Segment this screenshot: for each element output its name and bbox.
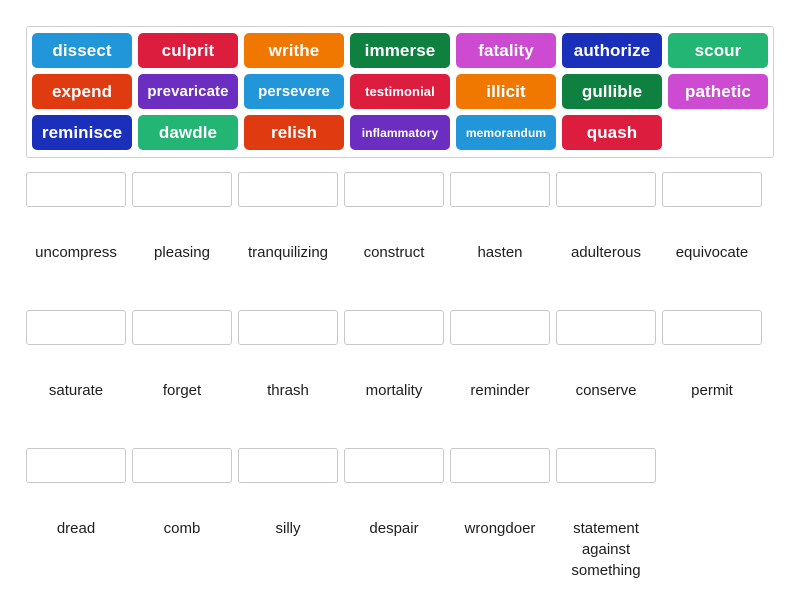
answer-cell: equivocate [662,172,762,263]
definition-label: tranquilizing [247,244,329,261]
word-tile-illicit[interactable]: illicit [456,74,556,109]
dropzone[interactable] [238,310,338,345]
dropzone[interactable] [26,172,126,207]
word-tile-dawdle[interactable]: dawdle [138,115,238,150]
definition-label: reminder [470,382,530,399]
definition-label: statement against something [571,520,641,579]
dropzone[interactable] [132,310,232,345]
word-tile-expend[interactable]: expend [32,74,132,109]
tile-bank-row-2: expend prevaricate persevere testimonial… [32,74,768,109]
definition-label: permit [691,382,733,399]
answer-cell: adulterous [556,172,656,263]
answer-row-2: saturate forget thrash mortality reminde… [26,310,774,401]
word-tile-relish[interactable]: relish [244,115,344,150]
answer-cell: permit [662,310,762,401]
dropzone[interactable] [450,172,550,207]
dropzone[interactable] [26,448,126,483]
definition-label: uncompress [35,244,117,261]
definition-label: adulterous [570,244,642,261]
word-tile-culprit[interactable]: culprit [138,33,238,68]
dropzone[interactable] [556,448,656,483]
answer-cell: statement against something [556,448,656,581]
answer-cell: uncompress [26,172,126,263]
definition-label: silly [275,520,301,537]
answer-cell: wrongdoer [450,448,550,581]
word-tile-inflammatory[interactable]: inflammatory [350,115,450,150]
dropzone[interactable] [344,172,444,207]
answer-cell: mortality [344,310,444,401]
word-tile-writhe[interactable]: writhe [244,33,344,68]
word-tile-quash[interactable]: quash [562,115,662,150]
dropzone[interactable] [556,172,656,207]
definition-label: construct [363,244,425,261]
answer-cell: tranquilizing [238,172,338,263]
word-tile-fatality[interactable]: fatality [456,33,556,68]
tile-bank-row-1: dissect culprit writhe immerse fatality … [32,33,768,68]
word-tile-dissect[interactable]: dissect [32,33,132,68]
word-tile-prevaricate[interactable]: prevaricate [138,74,238,109]
dropzone[interactable] [344,310,444,345]
answer-cell: construct [344,172,444,263]
answer-row-1: uncompress pleasing tranquilizing constr… [26,172,774,263]
dropzone[interactable] [662,310,762,345]
answer-row-3: dread comb silly despair wrongdoer state… [26,448,774,581]
match-up-board: dissect culprit writhe immerse fatality … [0,0,800,600]
word-tile-pathetic[interactable]: pathetic [668,74,768,109]
definition-label: conserve [575,382,637,399]
dropzone[interactable] [556,310,656,345]
answer-cell: despair [344,448,444,581]
answer-cell: conserve [556,310,656,401]
answer-cell: pleasing [132,172,232,263]
word-tile-gullible[interactable]: gullible [562,74,662,109]
word-tile-persevere[interactable]: persevere [244,74,344,109]
answer-cell: hasten [450,172,550,263]
dropzone[interactable] [26,310,126,345]
definition-label: dread [56,520,96,537]
definition-label: hasten [477,244,523,261]
definition-label: wrongdoer [464,520,536,537]
definition-label: despair [369,520,419,537]
answer-cell: thrash [238,310,338,401]
definition-label: pleasing [154,244,210,261]
dropzone[interactable] [132,172,232,207]
definition-label: comb [163,520,201,537]
word-tile-memorandum[interactable]: memorandum [456,115,556,150]
dropzone[interactable] [238,448,338,483]
dropzone[interactable] [450,448,550,483]
word-tile-immerse[interactable]: immerse [350,33,450,68]
definition-label: forget [162,382,202,399]
definition-label: equivocate [675,244,749,261]
tile-bank-row-3: reminisce dawdle relish inflammatory mem… [32,115,768,150]
answer-cell: forget [132,310,232,401]
word-tile-testimonial[interactable]: testimonial [350,74,450,109]
definition-label: thrash [267,382,309,399]
definition-label: mortality [365,382,423,399]
word-tile-reminisce[interactable]: reminisce [32,115,132,150]
dropzone[interactable] [132,448,232,483]
word-tile-scour[interactable]: scour [668,33,768,68]
dropzone[interactable] [450,310,550,345]
answer-cell: saturate [26,310,126,401]
tile-bank: dissect culprit writhe immerse fatality … [26,26,774,158]
answer-cell: silly [238,448,338,581]
definition-label: saturate [48,382,104,399]
tile-bank-empty-slot [668,115,768,150]
answer-cell: reminder [450,310,550,401]
answer-cell: comb [132,448,232,581]
dropzone[interactable] [344,448,444,483]
dropzone[interactable] [238,172,338,207]
word-tile-authorize[interactable]: authorize [562,33,662,68]
dropzone[interactable] [662,172,762,207]
answer-cell: dread [26,448,126,581]
